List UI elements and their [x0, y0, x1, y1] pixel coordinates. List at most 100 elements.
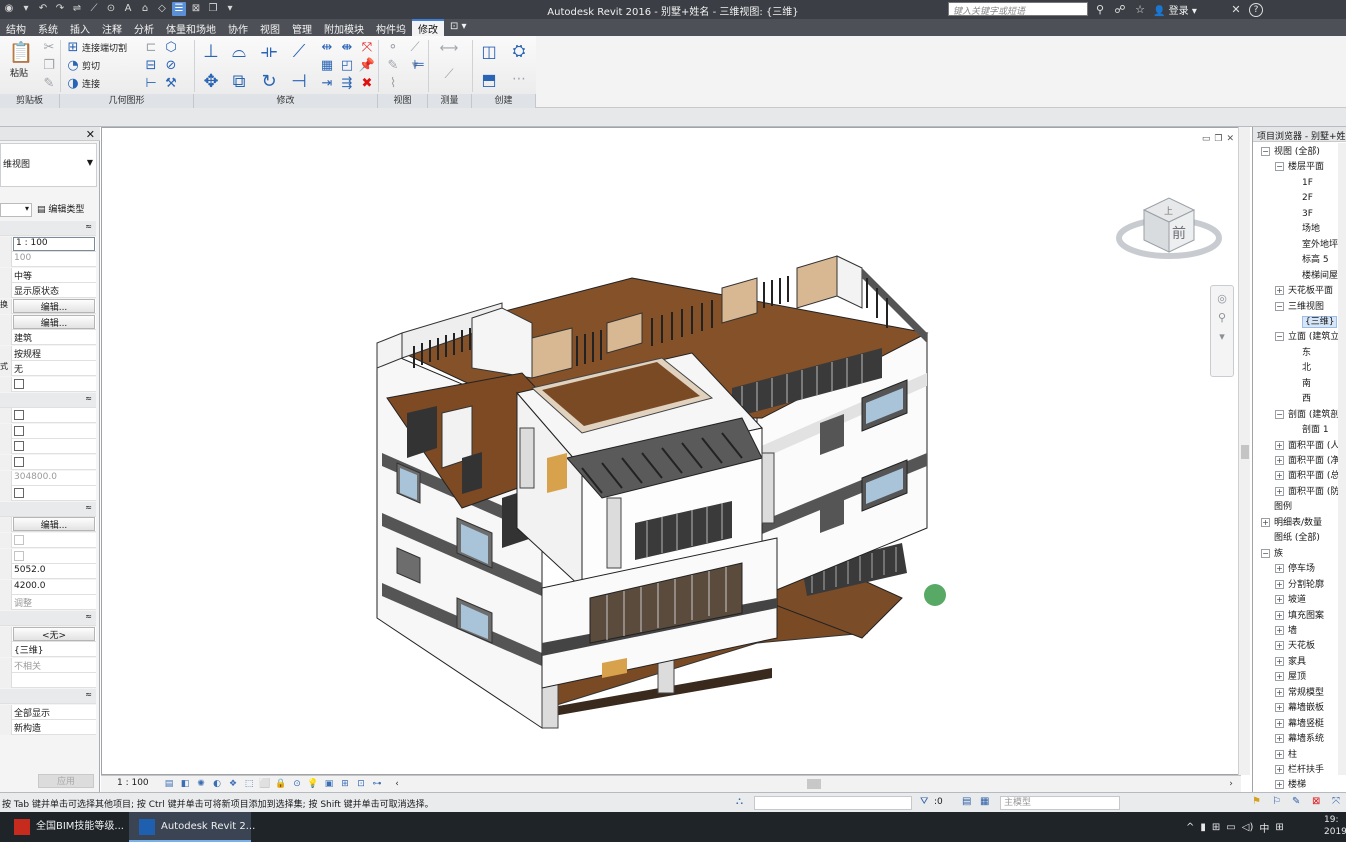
browser-scrollbar[interactable]	[1338, 143, 1346, 775]
browser-item[interactable]: + 幕墙竖梃	[1275, 717, 1324, 732]
property-row[interactable]: ≈	[0, 611, 96, 626]
browser-item[interactable]: + 天花板平面	[1275, 284, 1333, 299]
tab-1[interactable]: 系统	[32, 19, 64, 36]
section-collapse-icon[interactable]: ≈	[85, 394, 92, 403]
horizontal-scroll-thumb[interactable]	[807, 779, 821, 789]
3d-model-view[interactable]	[102, 128, 1242, 776]
sun-path-icon[interactable]: ✺	[195, 778, 207, 790]
section-collapse-icon[interactable]: ≈	[85, 222, 92, 231]
aligned-dimension-icon[interactable]: ⊨	[410, 57, 428, 73]
offset-icon[interactable]: ⌓	[228, 40, 250, 62]
paint-icon[interactable]: ⊟	[142, 57, 160, 73]
array-icon[interactable]: ▦	[318, 57, 336, 73]
join-button[interactable]: 连接	[82, 77, 100, 90]
expand-icon[interactable]: +	[1275, 595, 1284, 605]
browser-item[interactable]: + 明细表/数量	[1261, 516, 1322, 531]
split-gap-icon[interactable]: ⇼	[338, 39, 356, 55]
expand-icon[interactable]: +	[1275, 456, 1284, 465]
collapse-icon[interactable]: −	[1261, 147, 1270, 156]
browser-item[interactable]: − 视图 (全部)	[1261, 145, 1320, 160]
property-row[interactable]: 式无	[0, 361, 96, 377]
tag-icon[interactable]: ⊙	[104, 2, 118, 16]
tab-5[interactable]: 体量和场地	[160, 19, 222, 36]
property-checkbox[interactable]	[14, 457, 24, 467]
property-row[interactable]: 100	[0, 252, 96, 268]
browser-item[interactable]: − 楼层平面	[1275, 160, 1324, 175]
property-row[interactable]: 5052.0	[0, 564, 96, 580]
property-checkbox[interactable]	[14, 535, 24, 545]
property-row[interactable]	[0, 673, 96, 689]
tab-0[interactable]: 结构	[0, 19, 32, 36]
mic-icon[interactable]: ▮	[1200, 822, 1206, 833]
help-icon[interactable]: ?	[1249, 2, 1263, 17]
trim-extend-multi-icon[interactable]: ⇶	[338, 75, 356, 91]
switch-windows-icon[interactable]: ❐	[206, 2, 220, 16]
similar-icon[interactable]: ⋯	[508, 68, 530, 90]
display-icon[interactable]: ▭	[1226, 822, 1235, 833]
section-collapse-icon[interactable]: ≈	[85, 690, 92, 699]
match-type-icon[interactable]: ✎	[40, 75, 58, 91]
app-menu-icon[interactable]: ◉	[2, 2, 16, 16]
vertical-scrollbar[interactable]	[1238, 127, 1250, 775]
browser-item[interactable]: − 剖面 (建筑剖面)	[1275, 408, 1346, 423]
expand-icon[interactable]: +	[1275, 765, 1284, 774]
expand-icon[interactable]: +	[1275, 641, 1284, 651]
dimension-tool-icon[interactable]: ⟋	[436, 66, 462, 82]
browser-item[interactable]: 西	[1302, 392, 1311, 407]
taskbar-item-revit[interactable]: Autodesk Revit 2...	[129, 812, 255, 842]
property-checkbox[interactable]	[14, 488, 24, 499]
property-row[interactable]: 显示原状态	[0, 283, 96, 299]
browser-item[interactable]: − 三维视图	[1275, 300, 1324, 315]
browser-item[interactable]: 1F	[1302, 176, 1313, 191]
property-edit-button[interactable]: 编辑...	[13, 517, 95, 532]
browser-item[interactable]: − 立面 (建筑立面)	[1275, 330, 1346, 345]
tab-context-dropdown[interactable]: ⊡ ▾	[444, 19, 473, 36]
property-row[interactable]: 全部显示	[0, 704, 96, 720]
cope-button[interactable]: 连接端切割	[82, 41, 127, 54]
browser-item[interactable]: + 天花板	[1275, 639, 1315, 654]
browser-item[interactable]: + 屋顶	[1275, 670, 1306, 685]
browser-item[interactable]: + 常规模型	[1275, 686, 1324, 701]
collapse-icon[interactable]: −	[1275, 409, 1284, 419]
network-icon[interactable]: ⊞	[1212, 822, 1220, 833]
temp-hide-icon[interactable]: ⊙	[291, 778, 303, 790]
tab-8[interactable]: 管理	[286, 19, 318, 36]
property-edit-button[interactable]: <无>	[13, 626, 95, 641]
expand-icon[interactable]: +	[1275, 672, 1284, 682]
copy-icon[interactable]: ❐	[40, 57, 58, 73]
section-collapse-icon[interactable]: ≈	[85, 503, 92, 512]
design-options-icon[interactable]: ▤	[962, 796, 971, 807]
highlight-displacement-icon[interactable]: ⊡	[355, 778, 367, 790]
property-checkbox[interactable]	[14, 379, 24, 389]
design-option-dropdown[interactable]: 主模型	[1000, 796, 1120, 810]
override-graphics-icon[interactable]: ⚬	[384, 39, 402, 55]
property-row[interactable]: ≈	[0, 689, 96, 704]
dimension-icon[interactable]: ⟋	[87, 2, 101, 16]
browser-item[interactable]: + 家具	[1275, 655, 1306, 670]
demolish-icon[interactable]: ⊢	[142, 75, 160, 91]
wall-joins-icon[interactable]: ⊏	[142, 39, 160, 55]
expand-icon[interactable]: +	[1275, 718, 1284, 728]
property-row[interactable]: 中等	[0, 267, 96, 283]
zoom-icon[interactable]: ⚲	[1211, 311, 1233, 324]
property-row[interactable]: 4200.0	[0, 579, 96, 595]
detail-level-icon[interactable]: ▤	[163, 778, 175, 790]
expand-icon[interactable]: +	[1275, 486, 1284, 496]
property-row[interactable]: {三维}	[0, 642, 96, 658]
cut-geometry-icon[interactable]: ◔	[64, 57, 82, 73]
browser-item[interactable]: + 墙	[1275, 624, 1297, 639]
expand-icon[interactable]: +	[1275, 579, 1284, 589]
chevron-down-icon[interactable]: ▾	[1211, 330, 1233, 343]
drawing-area[interactable]: ▭ ❐ ✕ 上 前 ◎ ⚲ ▾	[101, 127, 1241, 775]
view-scale[interactable]: 1 : 100	[117, 778, 149, 788]
reveal-hidden-icon[interactable]: 💡	[307, 778, 319, 790]
collapse-icon[interactable]: −	[1261, 548, 1270, 558]
expand-icon[interactable]: +	[1275, 440, 1284, 450]
expand-icon[interactable]: +	[1275, 471, 1284, 481]
property-row[interactable]: 换编辑...	[0, 299, 96, 314]
browser-item[interactable]: {三维}	[1302, 315, 1338, 330]
tab-6[interactable]: 协作	[222, 19, 254, 36]
thin-lines-icon[interactable]: ☰	[172, 2, 186, 16]
editable-only-icon[interactable]: ▦	[980, 796, 989, 807]
browser-item[interactable]: 剖面 1	[1302, 423, 1329, 438]
